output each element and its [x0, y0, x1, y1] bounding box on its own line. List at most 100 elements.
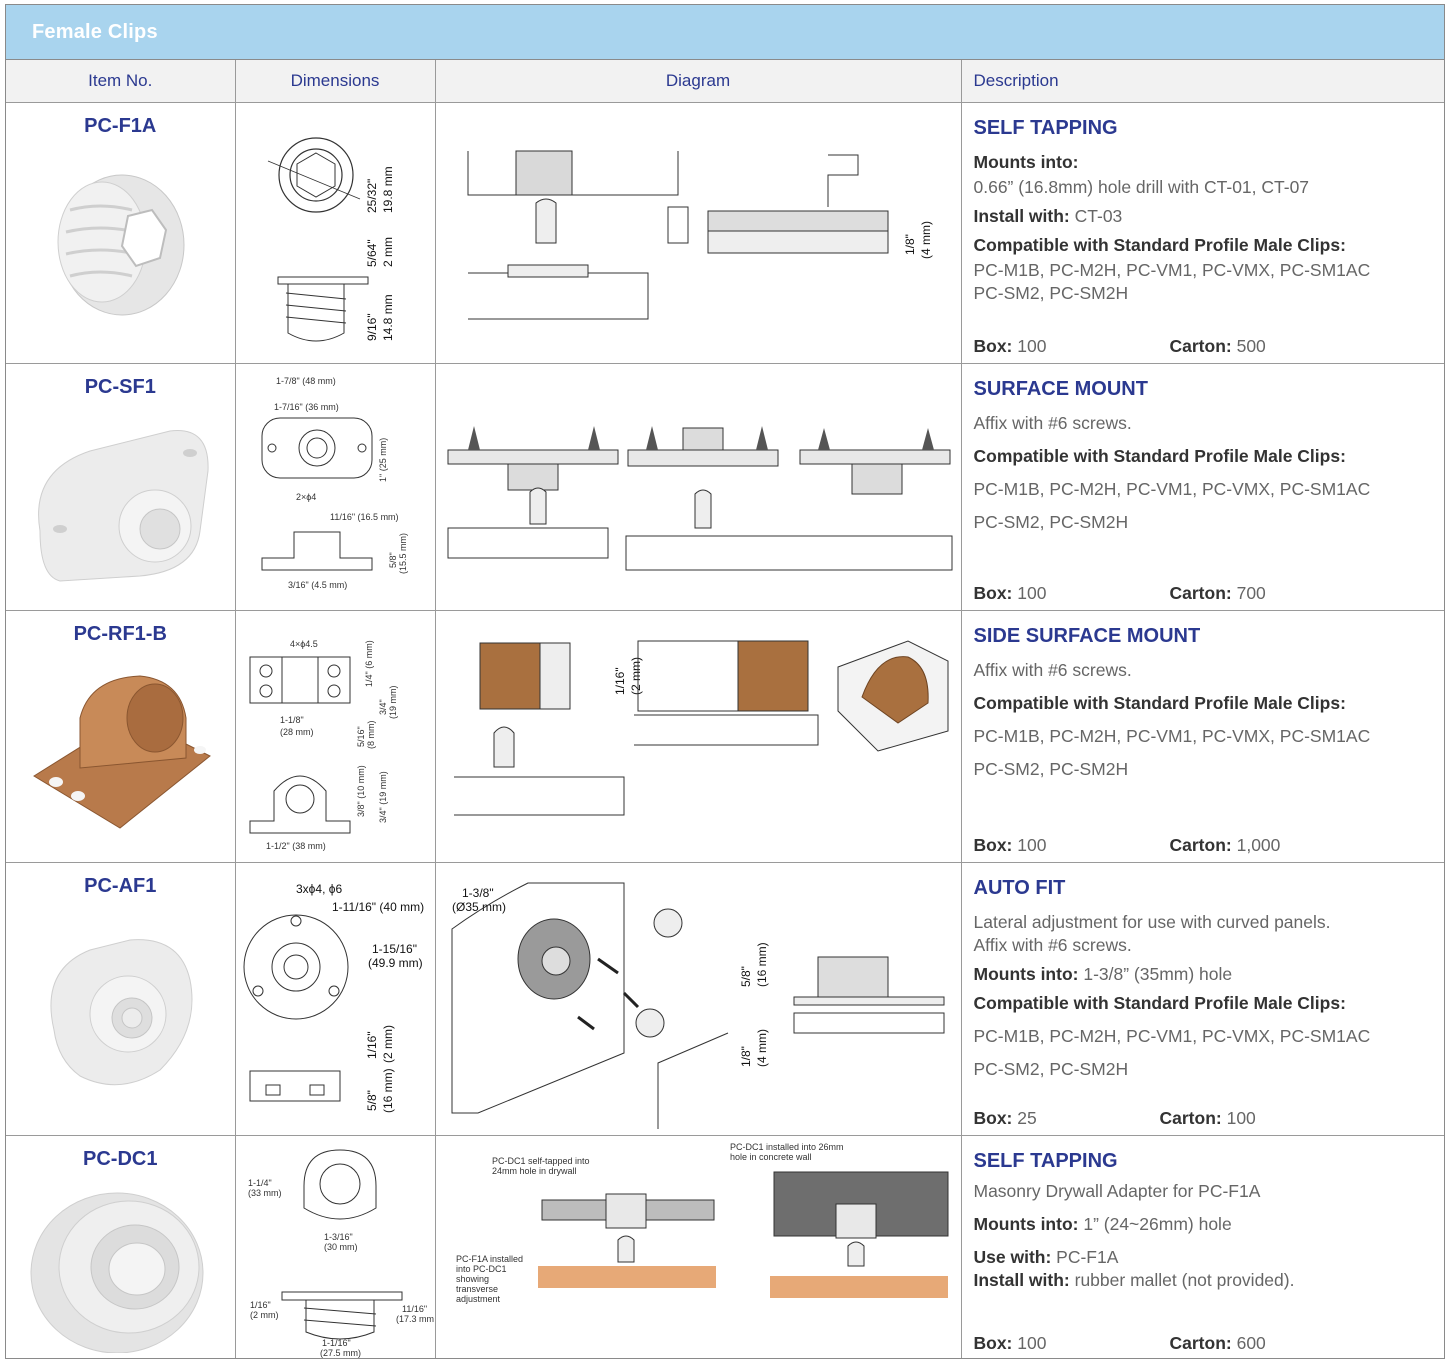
dim-label: (2 mm) [250, 1310, 279, 1320]
desc-line: Mounts into: [973, 151, 1079, 172]
column-header-diagram: Diagram [434, 60, 962, 103]
column-header-description: Description [960, 60, 1444, 103]
dim-label: 1-1/16" [322, 1338, 351, 1348]
dim-label: 1/16" [250, 1300, 271, 1310]
dim-label: 3/16" (4.5 mm) [288, 580, 347, 590]
item-number: PC-AF1 [84, 874, 157, 897]
callout-label: 24mm hole in drywall [492, 1166, 577, 1176]
dim-label: (4 mm) [919, 221, 933, 259]
dimensions-cell: 1-7/8" (48 mm) 1-7/16" (36 mm) 1" (25 mm… [234, 362, 436, 611]
diagram-cell: 1/16" (2 mm) [434, 609, 962, 863]
dim-label: (49.9 mm) [368, 956, 423, 970]
packaging-info: Box: 100 Carton: 500 [973, 336, 1266, 357]
desc-line: Install with: CT-03 [973, 206, 1123, 227]
desc-line: Mounts into: 1” (24~26mm) hole [973, 1213, 1232, 1234]
description-cell: AUTO FIT Lateral adjustment for use with… [960, 861, 1444, 1136]
item-number: PC-F1A [84, 114, 157, 137]
dim-label: 3/8" (10 mm) [356, 765, 366, 817]
desc-line: Compatible with Standard Profile Male Cl… [973, 235, 1346, 256]
dim-label: 2×ϕ4 [296, 492, 316, 502]
item-number: PC-RF1-B [73, 622, 167, 645]
desc-line: Affix with #6 screws. [973, 659, 1132, 680]
dim-label: 1-3/8" [462, 886, 494, 900]
dim-label: 1/4" (6 mm) [364, 640, 374, 687]
dim-label: 1/16" [613, 667, 627, 695]
dim-label: 3/4" (19 mm) [378, 771, 388, 823]
item-cell: PC-AF1 [6, 861, 236, 1136]
dim-label: (8 mm) [366, 720, 376, 749]
dimensions-cell: 25/32" 19.8 mm 5/64" 2 mm 9/16" 14.8 mm [234, 101, 436, 364]
packaging-info: Box: 100 Carton: 700 [973, 583, 1266, 604]
product-photo-pc-dc1 [30, 1192, 204, 1353]
product-photo-pc-sf1 [38, 429, 209, 582]
desc-line: PC-SM2, PC-SM2H [973, 512, 1129, 533]
dim-label: 5/8" [365, 1090, 379, 1111]
desc-line: Affix with #6 screws. [973, 412, 1132, 433]
installation-diagram-pc-sf1 [447, 425, 953, 570]
dimension-drawing-pc-rf1-b: 4×ϕ4.5 1/4" (6 mm) 3/4" (19 mm) 1-1/8" (… [249, 639, 398, 851]
callout-label: transverse [456, 1284, 498, 1294]
dim-label: 11/16" (16.5 mm) [330, 512, 399, 522]
dim-label: (Ø35 mm) [452, 900, 506, 914]
desc-line: Use with: PC-F1A [973, 1247, 1119, 1268]
dim-label: 1/8" [903, 234, 917, 255]
desc-line: Compatible with Standard Profile Male Cl… [973, 993, 1346, 1014]
product-photo-pc-f1a [57, 174, 185, 315]
dim-label: 1-7/16" (36 mm) [274, 402, 339, 412]
desc-line: PC-M1B, PC-M2H, PC-VM1, PC-VMX, PC-SM1AC [973, 260, 1371, 281]
item-number: PC-SF1 [84, 375, 156, 398]
product-type-title: AUTO FIT [973, 876, 1066, 899]
dim-label: 1/16" [365, 1031, 379, 1059]
dim-label: 11/16" [402, 1304, 427, 1314]
column-header-dimensions: Dimensions [234, 60, 436, 103]
desc-line: Mounts into: 1-3/8” (35mm) hole [973, 964, 1233, 985]
packaging-info: Box: 25 Carton: 100 [973, 1108, 1256, 1129]
dim-label: 4×ϕ4.5 [290, 639, 318, 649]
dim-label: (15.5 mm) [398, 532, 408, 573]
table-header-row: Item No. Dimensions Diagram Description [6, 60, 1444, 103]
installation-diagram-pc-af1: 1-3/8" (Ø35 mm) 5/8" (16 mm) 1/8" (4 mm) [451, 882, 945, 1129]
callout-label: hole in concrete wall [730, 1152, 812, 1162]
dimension-drawing-pc-dc1: 1-1/4" (33 mm) 1-3/16" (30 mm) 1/16" (2 … [248, 1148, 434, 1358]
item-cell: PC-RF1-B [6, 609, 236, 863]
installation-diagram-pc-dc1: PC-DC1 self-tapped into 24mm hole in dry… [456, 1142, 949, 1304]
product-type-title: SURFACE MOUNT [973, 377, 1148, 400]
callout-label: into PC-DC1 [456, 1264, 507, 1274]
dimension-drawing-pc-af1: 3xϕ4, ϕ6 1-11/16" (40 mm) 1-15/16" (49.9… [243, 882, 424, 1113]
dim-label: 5/8" [739, 966, 753, 987]
dim-label: (33 mm) [248, 1188, 282, 1198]
dim-label: 1-15/16" [372, 942, 417, 956]
dimension-drawing-pc-f1a: 25/32" 19.8 mm 5/64" 2 mm 9/16" 14.8 mm [267, 136, 395, 341]
diagram-cell [434, 362, 962, 611]
diagram-cell: 1/8" (4 mm) [434, 101, 962, 364]
diagram-cell: PC-DC1 self-tapped into 24mm hole in dry… [434, 1134, 962, 1358]
dim-label: (19 mm) [388, 685, 398, 719]
diagram-cell: 1-3/8" (Ø35 mm) 5/8" (16 mm) 1/8" (4 mm) [434, 861, 962, 1136]
desc-line: Compatible with Standard Profile Male Cl… [973, 445, 1346, 466]
desc-line: 0.66” (16.8mm) hole drill with CT-01, CT… [973, 176, 1310, 197]
desc-line: Install with: rubber mallet (not provide… [973, 1270, 1295, 1291]
desc-line: PC-M1B, PC-M2H, PC-VM1, PC-VMX, PC-SM1AC [973, 726, 1371, 747]
dim-label: (17.3 mm) [396, 1314, 434, 1324]
dim-label: (4 mm) [755, 1029, 769, 1067]
desc-line: PC-SM2, PC-SM2H [973, 759, 1129, 780]
packaging-info: Box: 100 Carton: 1,000 [973, 835, 1281, 856]
description-cell: SURFACE MOUNT Affix with #6 screws. Comp… [960, 362, 1444, 611]
dim-label: 5/8" [388, 552, 398, 568]
section-title: Female Clips [32, 20, 158, 43]
item-cell: PC-SF1 [6, 362, 236, 611]
dim-label: 3xϕ4, ϕ6 [296, 882, 342, 896]
dim-label: 19.8 mm [381, 166, 395, 213]
dim-label: 3/4" [378, 699, 388, 715]
description-cell: SELF TAPPING Masonry Drywall Adapter for… [960, 1134, 1444, 1358]
desc-line: Affix with #6 screws. [973, 934, 1132, 955]
dim-label: (30 mm) [324, 1242, 358, 1252]
dim-label: 1-3/16" [324, 1232, 353, 1242]
packaging-info: Box: 100 Carton: 600 [973, 1333, 1266, 1354]
product-photo-pc-af1 [50, 938, 193, 1085]
column-header-item: Item No. [6, 60, 236, 103]
product-type-title: SELF TAPPING [973, 1149, 1118, 1172]
dim-label: (2 mm) [381, 1025, 395, 1063]
section-title-bar: Female Clips [6, 5, 1444, 60]
desc-line: Lateral adjustment for use with curved p… [973, 911, 1331, 932]
